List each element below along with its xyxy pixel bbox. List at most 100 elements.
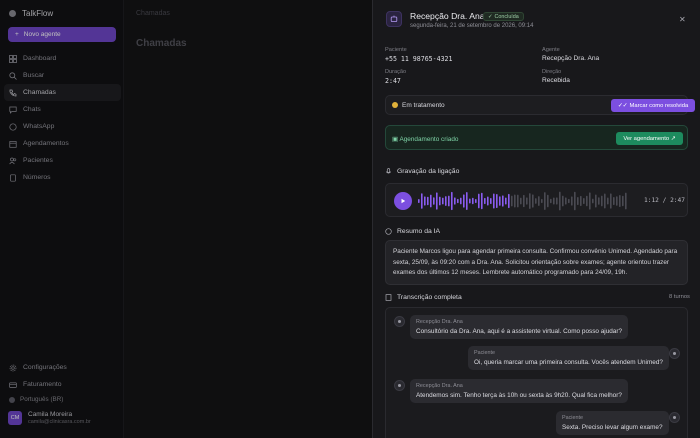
audio-waveform[interactable] [418,189,628,213]
agent-value: Recepção Dra. Ana [542,55,600,62]
waveform-bar [583,197,585,205]
waveform-bar [463,194,465,208]
waveform-bar [484,197,486,205]
check-icon: ✓✓ [617,102,628,109]
transcript-message: Paciente Oi, queria marcar uma primeira … [468,346,669,370]
waveform-bar [598,197,600,205]
patient-avatar-icon [669,412,680,423]
waveform-bar [607,197,609,205]
duration-label: Duração [385,69,407,75]
waveform-bar [433,197,435,205]
message-text: Consultório da Dra. Ana, aqui é a assist… [416,328,623,335]
waveform-bar [601,195,603,207]
waveform-bar [502,195,504,207]
waveform-bar [421,193,423,209]
direction-value: Recebida [542,77,570,84]
close-icon[interactable]: ✕ [679,15,686,24]
agent-avatar-icon [394,380,405,391]
waveform-bar [430,194,432,208]
mark-resolved-button[interactable]: ✓✓ Marcar como resolvida [611,99,695,112]
panel-title: Recepção Dra. Ana [410,11,485,21]
status-bar: Em tratamento ✓✓ Marcar como resolvida [385,95,695,115]
waveform-bar [526,197,528,205]
play-icon [401,198,406,204]
waveform-bar [523,194,525,208]
transcript-message: Recepção Dra. Ana Atendemos sim. Tenho t… [410,379,628,403]
waveform-bar [508,193,510,209]
waveform-bar [460,197,462,205]
waveform-bar [457,198,459,204]
recording-title: Gravação da ligação [397,168,460,175]
play-button[interactable] [394,192,412,210]
waveform-bar [580,195,582,207]
waveform-bar [424,196,426,206]
ai-summary-text: Paciente Marcos ligou para agendar prime… [393,248,678,276]
waveform-bar [586,195,588,207]
waveform-bar [547,194,549,208]
waveform-bar [589,192,591,210]
waveform-bar [577,196,579,206]
patient-phone: +55 11 98765-4321 [385,55,453,63]
waveform-bar [535,198,537,204]
direction-label: Direção [542,69,562,75]
waveform-bar [490,198,492,204]
waveform-bar [616,196,618,206]
waveform-bar [592,198,594,204]
waveform-bar [529,193,531,209]
audio-player: 1:12 / 2:47 [385,183,688,217]
waveform-bar [439,196,441,206]
waveform-bar [541,198,543,204]
message-speaker: Recepção Dra. Ana [416,383,463,389]
turn-count: 8 turnos [669,294,690,300]
waveform-bar [436,192,438,210]
summary-title: Resumo da IA [397,228,441,235]
agent-icon [386,11,402,27]
modal-overlay[interactable] [0,0,372,438]
waveform-bar [532,194,534,208]
waveform-bar [556,197,558,205]
waveform-bar [475,198,477,204]
patient-avatar-icon [669,348,680,359]
waveform-bar [469,198,471,204]
message-speaker: Paciente [474,350,495,356]
status-dot [392,102,398,108]
ai-summary-box: Paciente Marcos ligou para agendar prime… [385,240,688,285]
waveform-bar [493,193,495,209]
check-icon: ✓ [488,13,493,20]
waveform-bar [487,196,489,206]
waveform-bar [562,195,564,207]
patient-label: Paciente [385,47,407,53]
waveform-bar [520,197,522,205]
agent-avatar-icon [394,316,405,327]
waveform-bar [553,197,555,205]
transcript-message: Paciente Sexta. Preciso levar algum exam… [556,411,669,435]
waveform-bar [445,196,447,206]
waveform-bar [571,196,573,206]
sparkle-icon [385,228,392,235]
waveform-bar [451,191,453,211]
message-text: Sexta. Preciso levar algum exame? [562,424,663,431]
waveform-bar [472,197,474,205]
message-text: Atendemos sim. Tenho terça às 10h ou sex… [416,392,622,399]
schedule-created-label: Agendamento criado [399,136,459,143]
waveform-bar [511,195,513,207]
agent-label: Agente [542,47,560,53]
call-detail-panel: Recepção Dra. Ana ✓ Concluída segunda-fe… [372,0,700,438]
status-badge-label: Concluída [494,13,519,20]
waveform-bar [550,198,552,204]
view-appointment-button[interactable]: Ver agendamento ↗ [616,132,683,145]
status-text: Em tratamento [402,102,445,109]
summary-section-title: Resumo da IA [385,228,440,235]
waveform-bar [544,192,546,210]
mark-resolved-label: Marcar como resolvida [629,102,689,109]
mic-icon [385,168,392,175]
waveform-bar [496,193,498,209]
waveform-bar [418,199,420,203]
waveform-bar [505,197,507,205]
waveform-bar [427,196,429,206]
document-icon [385,294,392,301]
waveform-bar [604,193,606,209]
transcript-title: Transcrição completa [397,294,462,301]
waveform-bar [613,196,615,206]
waveform-bar [442,197,444,205]
